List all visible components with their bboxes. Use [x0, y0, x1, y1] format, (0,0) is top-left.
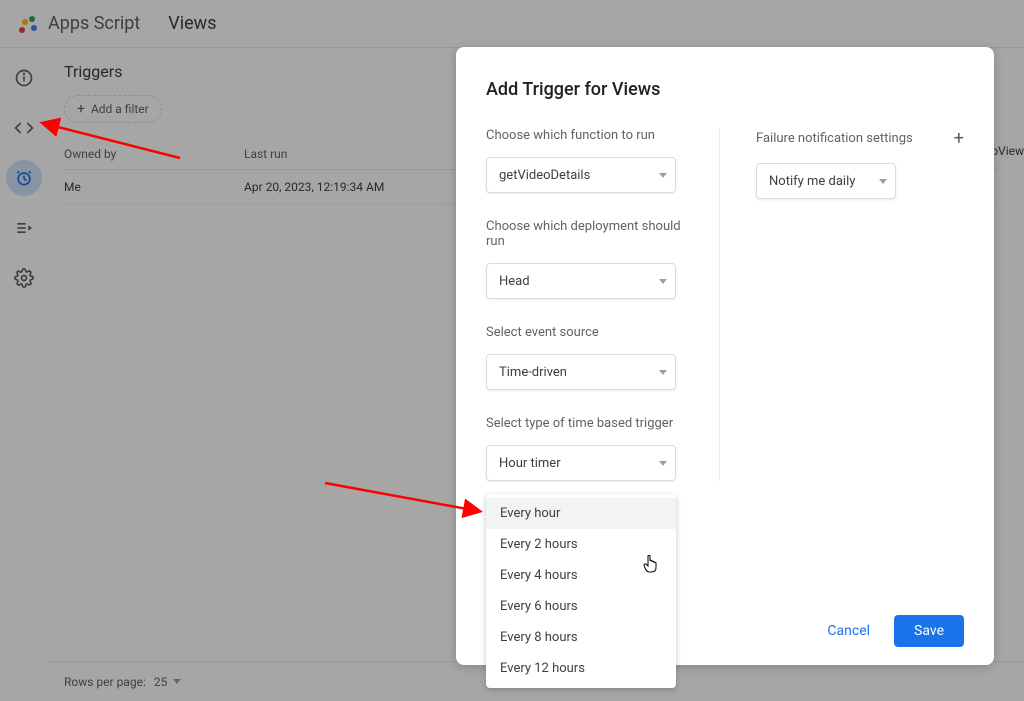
interval-option[interactable]: Every 4 hours	[486, 560, 676, 591]
trigger-type-select[interactable]: Hour timer	[486, 445, 676, 481]
executions-nav[interactable]	[6, 210, 42, 246]
function-label: Choose which function to run	[486, 128, 683, 143]
deployment-select[interactable]: Head	[486, 263, 676, 299]
editor-nav[interactable]	[6, 110, 42, 146]
app-logo: Apps Script	[16, 12, 140, 36]
deployment-label: Choose which deployment should run	[486, 219, 683, 249]
cancel-button[interactable]: Cancel	[815, 615, 882, 647]
failure-notif-select[interactable]: Notify me daily	[756, 163, 896, 199]
interval-option[interactable]: Every 8 hours	[486, 622, 676, 653]
add-filter-chip[interactable]: + Add a filter	[64, 95, 162, 123]
save-button[interactable]: Save	[894, 615, 964, 647]
rows-per-page-value: 25	[154, 675, 168, 689]
code-icon	[14, 118, 34, 138]
clock-icon	[14, 168, 34, 188]
cell-owner: Me	[64, 180, 244, 194]
add-trigger-modal: Add Trigger for Views Choose which funct…	[456, 47, 994, 665]
info-icon	[14, 68, 34, 88]
rows-per-page-label: Rows per page:	[64, 675, 146, 689]
function-select[interactable]: getVideoDetails	[486, 157, 676, 193]
chevron-down-icon	[659, 279, 667, 284]
add-notification-button[interactable]: +	[954, 128, 964, 149]
interval-option[interactable]: Every 6 hours	[486, 591, 676, 622]
failure-notif-value: Notify me daily	[769, 174, 855, 189]
chevron-down-icon	[879, 179, 887, 184]
add-filter-label: Add a filter	[91, 102, 149, 116]
settings-nav[interactable]	[6, 260, 42, 296]
left-sidebar	[0, 48, 48, 701]
function-value: getVideoDetails	[499, 168, 590, 183]
interval-dropdown: Every hour Every 2 hours Every 4 hours E…	[486, 494, 676, 688]
gear-icon	[14, 268, 34, 288]
modal-title: Add Trigger for Views	[486, 79, 964, 100]
chevron-down-icon	[659, 461, 667, 466]
interval-option[interactable]: Every 12 hours	[486, 653, 676, 684]
deployment-value: Head	[499, 274, 530, 289]
overview-nav[interactable]	[6, 60, 42, 96]
interval-option[interactable]: Every hour	[486, 498, 676, 529]
col-owner-header: Owned by	[64, 147, 244, 161]
event-source-select[interactable]: Time-driven	[486, 354, 676, 390]
chevron-down-icon	[659, 173, 667, 178]
chevron-down-icon	[173, 679, 181, 684]
apps-script-logo-icon	[16, 12, 40, 36]
trigger-type-value: Hour timer	[499, 456, 561, 471]
app-name: Apps Script	[48, 13, 140, 34]
chevron-down-icon	[659, 370, 667, 375]
plus-icon: +	[77, 101, 85, 117]
event-source-label: Select event source	[486, 325, 683, 340]
executions-icon	[14, 218, 34, 238]
rows-per-page-select[interactable]: 25	[154, 675, 182, 689]
project-name: Views	[168, 13, 216, 34]
failure-notif-label: Failure notification settings	[756, 131, 913, 146]
trigger-type-label: Select type of time based trigger	[486, 416, 683, 431]
app-header: Apps Script Views	[0, 0, 1024, 48]
interval-option[interactable]: Every 2 hours	[486, 529, 676, 560]
event-source-value: Time-driven	[499, 365, 567, 380]
triggers-nav[interactable]	[6, 160, 42, 196]
